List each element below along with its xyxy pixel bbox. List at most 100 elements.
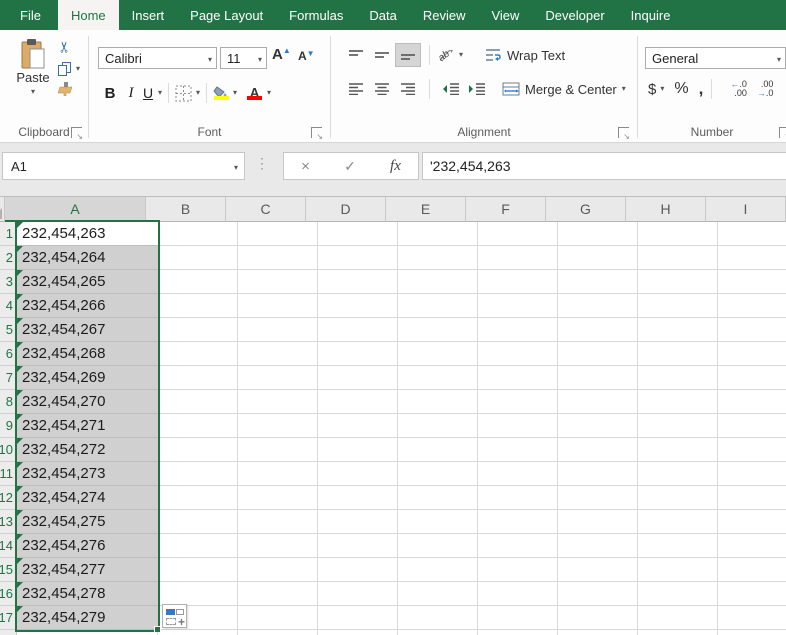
bottom-align-button[interactable] bbox=[395, 43, 421, 67]
cell-G11[interactable] bbox=[558, 462, 638, 486]
cell-A7[interactable]: 232,454,269 bbox=[17, 366, 158, 390]
cell-C14[interactable] bbox=[238, 534, 318, 558]
cell-I1[interactable] bbox=[718, 222, 786, 246]
formula-bar-grip[interactable]: ⋮ bbox=[255, 155, 269, 172]
cell-F8[interactable] bbox=[478, 390, 558, 414]
cell-F6[interactable] bbox=[478, 342, 558, 366]
cell-C10[interactable] bbox=[238, 438, 318, 462]
tab-home[interactable]: Home bbox=[58, 0, 119, 30]
cell-E5[interactable] bbox=[398, 318, 478, 342]
cell-F4[interactable] bbox=[478, 294, 558, 318]
cell-E16[interactable] bbox=[398, 582, 478, 606]
cell-A3[interactable]: 232,454,265 bbox=[17, 270, 158, 294]
tab-insert[interactable]: Insert bbox=[119, 0, 178, 30]
cell-B1[interactable] bbox=[158, 222, 238, 246]
cell-G12[interactable] bbox=[558, 486, 638, 510]
row-header-6[interactable]: 6 bbox=[0, 342, 17, 366]
cell-H5[interactable] bbox=[638, 318, 718, 342]
cell-G2[interactable] bbox=[558, 246, 638, 270]
select-all-corner[interactable] bbox=[0, 197, 5, 222]
cell-A11[interactable]: 232,454,273 bbox=[17, 462, 158, 486]
tab-data[interactable]: Data bbox=[356, 0, 409, 30]
cell-G1[interactable] bbox=[558, 222, 638, 246]
cell-C6[interactable] bbox=[238, 342, 318, 366]
align-left-button[interactable] bbox=[343, 77, 369, 101]
cell-B18[interactable] bbox=[158, 630, 238, 635]
cell-I6[interactable] bbox=[718, 342, 786, 366]
copy-button[interactable]: ▾ bbox=[58, 62, 80, 76]
increase-decimal-button[interactable]: ←.0 .00 bbox=[730, 80, 747, 98]
cancel-button[interactable]: × bbox=[301, 158, 310, 175]
cell-E4[interactable] bbox=[398, 294, 478, 318]
cell-I5[interactable] bbox=[718, 318, 786, 342]
cell-B6[interactable] bbox=[158, 342, 238, 366]
borders-icon[interactable] bbox=[175, 85, 192, 102]
cell-G15[interactable] bbox=[558, 558, 638, 582]
cell-B5[interactable] bbox=[158, 318, 238, 342]
cell-A10[interactable]: 232,454,272 bbox=[17, 438, 158, 462]
cell-E12[interactable] bbox=[398, 486, 478, 510]
cell-H1[interactable] bbox=[638, 222, 718, 246]
currency-button[interactable]: $ bbox=[648, 81, 656, 98]
cell-H4[interactable] bbox=[638, 294, 718, 318]
row-header-9[interactable]: 9 bbox=[0, 414, 17, 438]
paste-button[interactable]: Paste ▾ bbox=[8, 38, 58, 134]
cut-button[interactable]: ✂ bbox=[58, 38, 71, 56]
cell-E10[interactable] bbox=[398, 438, 478, 462]
cell-F2[interactable] bbox=[478, 246, 558, 270]
column-header-H[interactable]: H bbox=[626, 197, 706, 222]
cell-F9[interactable] bbox=[478, 414, 558, 438]
percent-button[interactable]: % bbox=[674, 80, 688, 98]
cell-F14[interactable] bbox=[478, 534, 558, 558]
cell-D14[interactable] bbox=[318, 534, 398, 558]
row-header-2[interactable]: 2 bbox=[0, 246, 17, 270]
fill-handle[interactable] bbox=[154, 626, 161, 633]
underline-dropdown-arrow[interactable]: ▾ bbox=[158, 89, 162, 97]
paste-dropdown-arrow[interactable]: ▾ bbox=[31, 88, 35, 96]
tab-developer[interactable]: Developer bbox=[532, 0, 617, 30]
cell-F7[interactable] bbox=[478, 366, 558, 390]
cell-D17[interactable] bbox=[318, 606, 398, 630]
cell-A16[interactable]: 232,454,278 bbox=[17, 582, 158, 606]
cell-D9[interactable] bbox=[318, 414, 398, 438]
cell-F3[interactable] bbox=[478, 270, 558, 294]
orientation-button[interactable]: ab ▾ bbox=[438, 47, 463, 63]
cell-D15[interactable] bbox=[318, 558, 398, 582]
cell-H8[interactable] bbox=[638, 390, 718, 414]
cell-H11[interactable] bbox=[638, 462, 718, 486]
decrease-decimal-button[interactable]: .00 →.0 bbox=[757, 80, 774, 98]
bold-button[interactable]: B bbox=[99, 85, 121, 102]
cell-G10[interactable] bbox=[558, 438, 638, 462]
underline-button[interactable]: U bbox=[141, 85, 155, 101]
font-name-combo[interactable]: Calibri▾ bbox=[98, 47, 217, 69]
cell-G18[interactable] bbox=[558, 630, 638, 635]
cell-D4[interactable] bbox=[318, 294, 398, 318]
cell-F10[interactable] bbox=[478, 438, 558, 462]
cell-A9[interactable]: 232,454,271 bbox=[17, 414, 158, 438]
cell-C9[interactable] bbox=[238, 414, 318, 438]
cell-A2[interactable]: 232,454,264 bbox=[17, 246, 158, 270]
cell-D18[interactable] bbox=[318, 630, 398, 635]
cell-H18[interactable] bbox=[638, 630, 718, 635]
number-dialog-launcher[interactable]: ↘ bbox=[779, 127, 786, 138]
cell-C2[interactable] bbox=[238, 246, 318, 270]
tab-file[interactable]: File bbox=[3, 0, 58, 30]
formula-input[interactable]: '232,454,263 bbox=[422, 152, 786, 180]
align-center-button[interactable] bbox=[369, 77, 395, 101]
cell-B4[interactable] bbox=[158, 294, 238, 318]
row-header-8[interactable]: 8 bbox=[0, 390, 17, 414]
column-header-A[interactable]: A bbox=[5, 197, 146, 222]
cell-E1[interactable] bbox=[398, 222, 478, 246]
cell-E2[interactable] bbox=[398, 246, 478, 270]
cell-C17[interactable] bbox=[238, 606, 318, 630]
cell-A18[interactable] bbox=[17, 630, 158, 635]
cell-C1[interactable] bbox=[238, 222, 318, 246]
font-color-dropdown-arrow[interactable]: ▾ bbox=[267, 89, 271, 97]
cell-D5[interactable] bbox=[318, 318, 398, 342]
cell-E8[interactable] bbox=[398, 390, 478, 414]
cell-G14[interactable] bbox=[558, 534, 638, 558]
row-header-13[interactable]: 13 bbox=[0, 510, 17, 534]
middle-align-button[interactable] bbox=[369, 43, 395, 67]
top-align-button[interactable] bbox=[343, 43, 369, 67]
cell-I9[interactable] bbox=[718, 414, 786, 438]
